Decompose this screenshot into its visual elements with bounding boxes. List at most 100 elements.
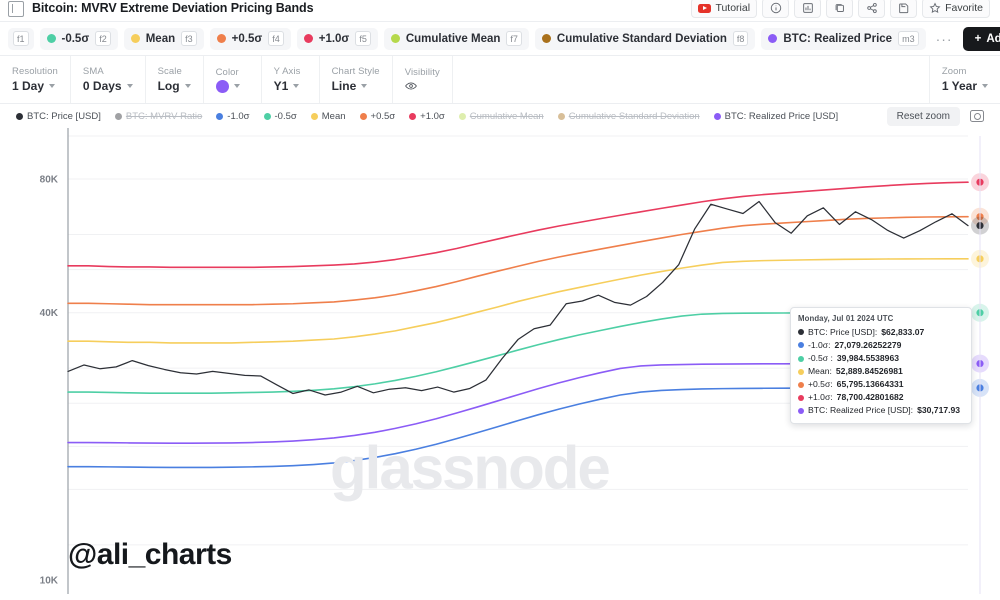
control-value: Log xyxy=(158,79,191,93)
legend-label: -1.0σ xyxy=(227,110,250,122)
tooltip-label: -0.5σ : xyxy=(808,352,833,363)
legend-item-cumulative-std-dev[interactable]: Cumulative Standard Deviation xyxy=(557,111,700,122)
tooltip-value: 39,984.5538963 xyxy=(836,352,900,363)
control-chart-style[interactable]: Chart Style Line xyxy=(320,56,393,103)
eye-icon xyxy=(404,80,417,92)
legend-color-dot xyxy=(359,112,367,120)
legend-item-plus-half-sigma[interactable]: +0.5σ xyxy=(359,111,395,122)
legend-item-cumulative-mean[interactable]: Cumulative Mean xyxy=(458,110,544,122)
series-shortcut: f2 xyxy=(95,31,111,46)
series-tab-bar: f1 -0.5σ f2 Mean f3 +0.5σ f4 +1.0σ f5 Cu… xyxy=(0,22,1000,56)
series-color-dot xyxy=(390,34,400,43)
series-chip-plus-one-sigma[interactable]: +1.0σ f5 xyxy=(296,27,378,50)
series-chip-cumulative-mean[interactable]: Cumulative Mean f7 xyxy=(383,27,529,50)
control-label: Chart Style xyxy=(331,66,380,77)
chevron-down-icon xyxy=(126,84,133,88)
series-color-dot xyxy=(768,34,778,43)
info-icon xyxy=(770,2,782,14)
chevron-down-icon xyxy=(361,84,368,88)
control-value xyxy=(404,80,440,92)
tooltip-color-dot xyxy=(798,381,804,388)
tooltip-color-dot xyxy=(798,355,804,362)
control-scale[interactable]: Scale Log xyxy=(146,56,204,103)
control-value: Line xyxy=(332,79,380,93)
legend-item-mean[interactable]: Mean xyxy=(310,111,346,122)
chevron-down-icon xyxy=(982,84,988,88)
series-chip-mean[interactable]: Mean f3 xyxy=(123,27,204,50)
control-zoom[interactable]: Zoom 1 Year xyxy=(930,56,1000,103)
tooltip-date: Monday, Jul 01 2024 UTC xyxy=(798,314,894,323)
info-button[interactable] xyxy=(762,0,790,18)
legend-item-minus-half-sigma[interactable]: -0.5σ xyxy=(263,111,297,122)
tooltip-label: BTC: Realized Price [USD]: xyxy=(808,405,914,416)
tooltip-color-dot xyxy=(798,342,804,349)
control-label: Zoom xyxy=(941,66,967,77)
copy-button[interactable] xyxy=(826,0,854,18)
legend-color-dot xyxy=(216,112,224,120)
legend-label: BTC: Price [USD] xyxy=(27,110,101,122)
series-color-dot xyxy=(541,34,551,43)
add-metric-button[interactable]: + Add xyxy=(962,26,1000,51)
series-label: Cumulative Standard Deviation xyxy=(556,32,727,45)
chart-toolbar: Reset zoom xyxy=(886,106,984,126)
tooltip-label: -1.0σ: xyxy=(808,339,831,350)
legend-item-btc-realized-price[interactable]: BTC: Realized Price [USD] xyxy=(713,111,838,122)
legend-item-btc-mvrv-ratio[interactable]: BTC: MVRV Ratio xyxy=(114,110,203,122)
series-shortcut: f7 xyxy=(506,31,522,46)
controls-row: Resolution 1 Day SMA 0 Days Scale Log Co… xyxy=(0,56,1000,104)
control-sma[interactable]: SMA 0 Days xyxy=(71,56,146,103)
legend-color-dot xyxy=(713,112,721,120)
legend-item-minus-one-sigma[interactable]: -1.0σ xyxy=(216,110,250,122)
chevron-down-icon xyxy=(233,84,240,88)
control-value-text: Line xyxy=(331,79,357,93)
series-label: +0.5σ xyxy=(231,32,263,45)
control-value: 1 Day xyxy=(12,79,58,93)
tooltip-row: +1.0σ: 78,700.42801682 xyxy=(798,391,964,404)
tooltip-color-dot xyxy=(798,368,804,375)
control-value: 0 Days xyxy=(83,79,133,93)
chevron-down-icon xyxy=(184,84,191,88)
series-color-dot xyxy=(46,34,56,43)
tooltip-value: $62,833.07 xyxy=(881,326,925,337)
control-value-text: Log xyxy=(157,79,180,93)
tooltip-value: 65,795.13664331 xyxy=(836,379,904,390)
series-color-dot xyxy=(130,34,140,43)
series-overflow-button[interactable]: ··· xyxy=(932,31,957,47)
series-shortcut: f1 xyxy=(13,31,29,46)
series-shortcut: f4 xyxy=(268,31,284,46)
dashboard-button[interactable] xyxy=(794,0,822,18)
dashboard-icon xyxy=(802,2,814,14)
legend-label: Cumulative Mean xyxy=(469,110,544,122)
series-label: +1.0σ xyxy=(318,32,350,45)
tutorial-button[interactable]: Tutorial xyxy=(691,0,758,18)
tooltip-row: Mean: 52,889.84526981 xyxy=(798,365,964,378)
series-chip-f1[interactable]: f1 xyxy=(8,27,34,50)
control-value-text: 1 Day xyxy=(12,79,45,93)
legend-item-btc-price[interactable]: BTC: Price [USD] xyxy=(16,111,101,122)
share-button[interactable] xyxy=(858,0,886,18)
control-value: 1 Year xyxy=(942,79,988,93)
series-chip-plus-half-sigma[interactable]: +0.5σ f4 xyxy=(209,27,291,50)
tooltip-row: BTC: Price [USD]: $62,833.07 xyxy=(798,326,964,339)
tooltip-row: -0.5σ : 39,984.5538963 xyxy=(798,352,964,365)
legend-color-dot xyxy=(557,112,565,120)
control-resolution[interactable]: Resolution 1 Day xyxy=(0,56,71,103)
favorite-button[interactable]: Favorite xyxy=(922,0,990,18)
header-actions: Tutorial Favorite xyxy=(691,0,990,18)
control-y-axis[interactable]: Y Axis Y1 xyxy=(262,56,320,103)
series-chip-btc-realized-price[interactable]: BTC: Realized Price m3 xyxy=(761,27,926,50)
legend-color-dot xyxy=(16,112,23,120)
legend-label: BTC: MVRV Ratio xyxy=(125,110,203,122)
camera-icon[interactable] xyxy=(970,110,984,122)
series-label: BTC: Realized Price xyxy=(783,32,893,45)
control-label: Scale xyxy=(157,66,182,77)
legend-color-dot xyxy=(409,112,417,120)
control-color[interactable]: Color xyxy=(204,56,262,103)
reset-zoom-button[interactable]: Reset zoom xyxy=(886,106,960,126)
series-chip-cumulative-std-dev[interactable]: Cumulative Standard Deviation f8 xyxy=(534,27,756,50)
control-label: Y Axis xyxy=(273,66,301,77)
save-button[interactable] xyxy=(890,0,918,18)
series-chip-minus-half-sigma[interactable]: -0.5σ f2 xyxy=(39,27,118,50)
control-visibility[interactable]: Visibility xyxy=(393,56,453,103)
legend-item-plus-one-sigma[interactable]: +1.0σ xyxy=(409,111,445,122)
